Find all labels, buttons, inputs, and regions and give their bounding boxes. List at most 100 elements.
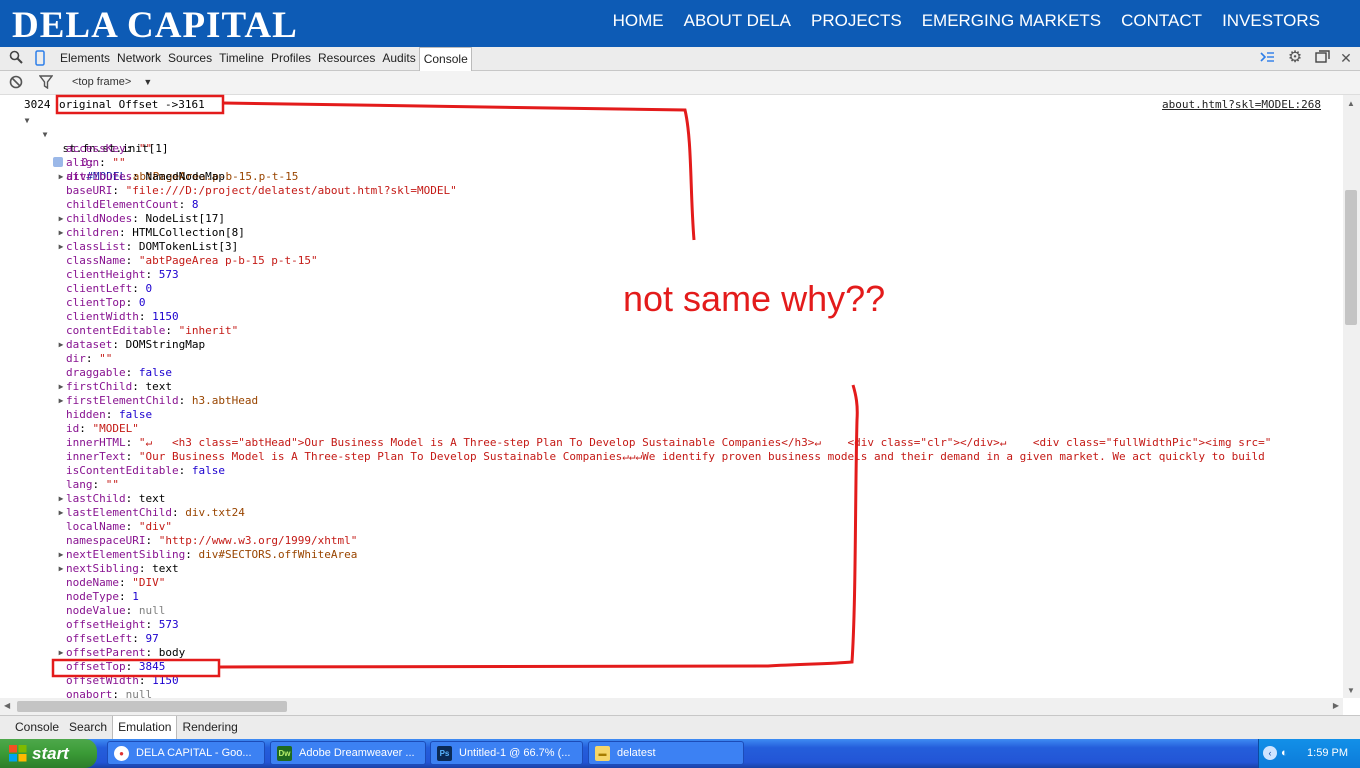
hscroll-thumb[interactable] <box>17 701 287 712</box>
nav-home[interactable]: HOME <box>613 11 664 31</box>
device-mode-icon[interactable] <box>32 50 48 66</box>
scroll-thumb[interactable] <box>1345 190 1357 325</box>
nav-projects[interactable]: PROJECTS <box>811 11 902 31</box>
drawer-tab-console[interactable]: Console <box>10 716 64 739</box>
task-photoshop[interactable]: Ps Untitled-1 @ 66.7% (... <box>430 741 583 765</box>
root-node-row[interactable]: ▼ 0: div#MODEL.abtPageArea.p-b-15.p-t-15 <box>40 128 299 183</box>
dock-icon[interactable] <box>1314 50 1330 66</box>
property-separator: : <box>105 408 119 421</box>
filter-icon[interactable] <box>38 75 54 91</box>
property-row-lastChild[interactable]: ▶ lastChild: text <box>56 492 166 506</box>
task-folder[interactable]: ▬ delatest <box>588 741 744 765</box>
property-row-offsetWidth: offsetWidth: 1150 <box>56 674 179 688</box>
devtools-toolbar: Elements Network Sources Timeline Profil… <box>0 47 1360 71</box>
property-value: "http://www.w3.org/1999/xhtml" <box>158 534 358 547</box>
property-key: children <box>66 226 119 239</box>
clear-console-icon[interactable] <box>8 75 24 91</box>
drawer-tab-search[interactable]: Search <box>64 716 112 739</box>
drawer-tab-emulation[interactable]: Emulation <box>112 716 178 739</box>
property-row-attributes[interactable]: ▶ attributes: NamedNodeMap <box>56 170 225 184</box>
property-row-dir: dir: "" <box>56 352 112 366</box>
property-row-dataset[interactable]: ▶ dataset: DOMStringMap <box>56 338 206 352</box>
tab-console[interactable]: Console <box>418 47 472 71</box>
vertical-scrollbar[interactable]: ▲ ▼ <box>1343 95 1360 698</box>
property-value: "" <box>105 478 119 491</box>
expand-triangle-icon[interactable]: ▶ <box>56 226 66 240</box>
expand-triangle-icon[interactable]: ▶ <box>56 646 66 660</box>
drawer-toggle-icon[interactable] <box>1259 50 1275 66</box>
horizontal-scrollbar[interactable]: ◀ ▶ <box>0 698 1343 715</box>
tab-timeline[interactable]: Timeline <box>215 47 267 71</box>
scroll-right-icon[interactable]: ▶ <box>1333 701 1339 710</box>
task-chrome[interactable]: ● DELA CAPITAL - Goo... <box>107 741 265 765</box>
expand-triangle-icon[interactable]: ▶ <box>56 380 66 394</box>
property-row-childNodes[interactable]: ▶ childNodes: NodeList[17] <box>56 212 225 226</box>
expand-triangle-icon[interactable]: ▶ <box>56 492 66 506</box>
console-output[interactable]: 3024 original Offset ->3161 about.html?s… <box>0 95 1343 698</box>
expand-triangle-icon: ▼ <box>24 116 30 125</box>
expand-triangle-icon[interactable]: ▶ <box>56 212 66 226</box>
site-logo[interactable]: DELA CAPITAL <box>12 4 298 47</box>
source-link[interactable]: about.html?skl=MODEL:268 <box>1162 98 1321 111</box>
property-key: onabort <box>66 688 113 698</box>
task-dreamweaver[interactable]: Dw Adobe Dreamweaver ... <box>270 741 426 765</box>
expand-triangle-icon[interactable]: ▶ <box>56 562 66 576</box>
property-row-firstElementChild[interactable]: ▶ firstElementChild: h3.abtHead <box>56 394 259 408</box>
scroll-up-icon[interactable]: ▲ <box>1347 99 1355 108</box>
property-separator: : <box>125 240 139 253</box>
property-row-offsetParent[interactable]: ▶ offsetParent: body <box>56 646 186 660</box>
property-row-childElementCount: childElementCount: 8 <box>56 198 198 212</box>
volume-icon[interactable]: ◐ <box>1281 747 1288 759</box>
tab-resources[interactable]: Resources <box>314 47 378 71</box>
tab-audits[interactable]: Audits <box>378 47 418 71</box>
clock[interactable]: 1:59 PM <box>1307 747 1348 759</box>
property-row-localName: localName: "div" <box>56 520 172 534</box>
expand-triangle-icon[interactable]: ▶ <box>56 338 66 352</box>
property-separator: : <box>132 632 146 645</box>
start-button[interactable]: start <box>0 739 97 768</box>
tab-elements[interactable]: Elements <box>56 47 113 71</box>
property-row-nextElementSibling[interactable]: ▶ nextElementSibling: div#SECTORS.offWhit… <box>56 548 358 562</box>
property-separator: : <box>125 520 139 533</box>
property-key: nodeValue <box>66 604 126 617</box>
property-value: 97 <box>145 632 159 645</box>
object-row[interactable]: ▼ st.fn.st.init[1] <box>22 114 168 167</box>
expand-triangle-icon[interactable]: ▶ <box>56 170 66 184</box>
tray-chevron-icon[interactable]: ‹ <box>1263 746 1277 760</box>
nav-about[interactable]: ABOUT DELA <box>684 11 791 31</box>
expand-triangle-icon[interactable]: ▶ <box>56 548 66 562</box>
property-value: "MODEL" <box>92 422 139 435</box>
tab-sources[interactable]: Sources <box>164 47 215 71</box>
property-separator: : <box>138 674 153 687</box>
drawer-tab-rendering[interactable]: Rendering <box>177 716 242 739</box>
scroll-left-icon[interactable]: ◀ <box>4 701 10 710</box>
property-row-children[interactable]: ▶ children: HTMLCollection[8] <box>56 226 245 240</box>
property-separator: : <box>92 478 106 491</box>
property-separator: : <box>85 352 100 365</box>
close-icon[interactable]: ✕ <box>1338 50 1354 66</box>
tab-profiles[interactable]: Profiles <box>267 47 314 71</box>
property-value: 573 <box>158 268 179 281</box>
property-key: firstChild <box>66 380 133 393</box>
nav-investors[interactable]: INVESTORS <box>1222 11 1320 31</box>
expand-triangle-icon[interactable]: ▶ <box>56 240 66 254</box>
nav-contact[interactable]: CONTACT <box>1121 11 1202 31</box>
nav-emerging-markets[interactable]: EMERGING MARKETS <box>922 11 1101 31</box>
property-row-classList[interactable]: ▶ classList: DOMTokenList[3] <box>56 240 239 254</box>
property-value: 0 <box>145 282 153 295</box>
gear-icon[interactable]: ⚙ <box>1287 50 1303 66</box>
frame-selector[interactable]: <top frame> ▼ <box>72 76 152 88</box>
property-separator: : <box>99 156 113 169</box>
folder-icon: ▬ <box>595 746 610 761</box>
property-key: childNodes <box>66 212 133 225</box>
property-row-firstChild[interactable]: ▶ firstChild: text <box>56 380 172 394</box>
scroll-down-icon[interactable]: ▼ <box>1347 686 1355 695</box>
property-key: nodeType <box>66 590 119 603</box>
expand-triangle-icon[interactable]: ▶ <box>56 506 66 520</box>
expand-triangle-icon[interactable]: ▶ <box>56 394 66 408</box>
property-key: offsetWidth <box>66 674 139 687</box>
inspect-icon[interactable] <box>8 50 24 66</box>
tab-network[interactable]: Network <box>113 47 164 71</box>
property-row-lastElementChild[interactable]: ▶ lastElementChild: div.txt24 <box>56 506 245 520</box>
property-row-nextSibling[interactable]: ▶ nextSibling: text <box>56 562 179 576</box>
